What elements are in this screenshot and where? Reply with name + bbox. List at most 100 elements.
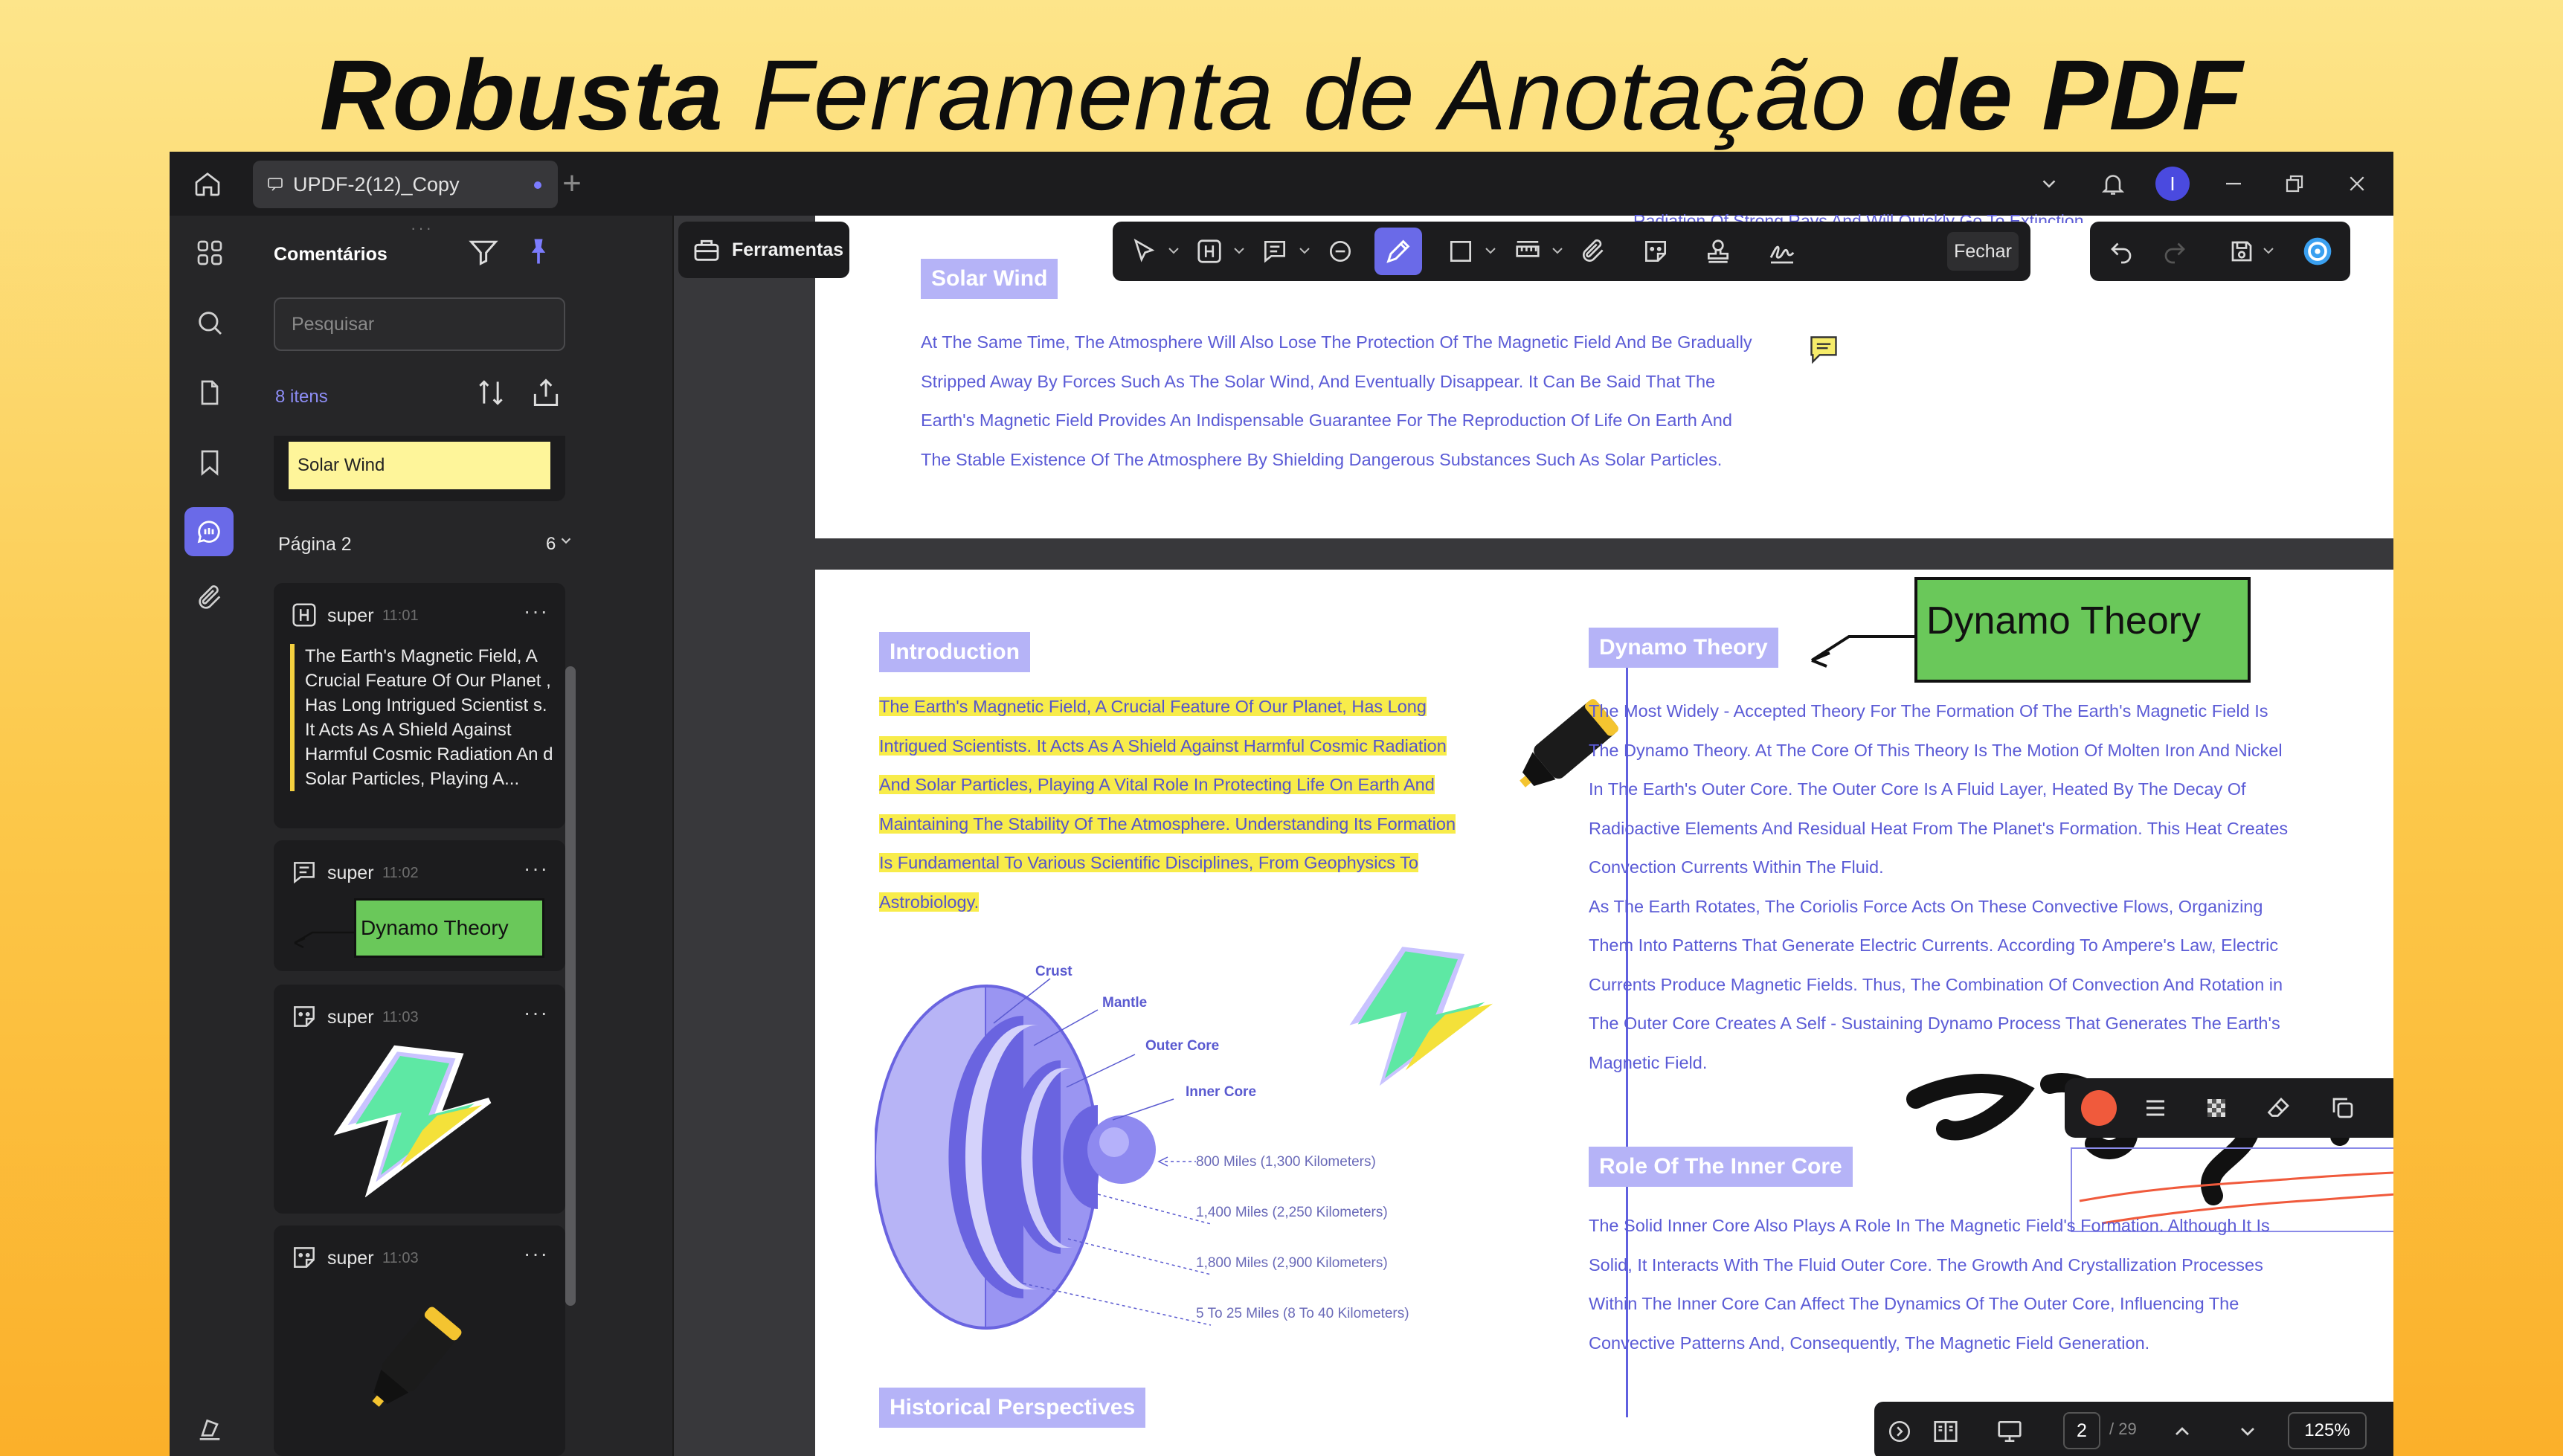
highlight-tool-icon[interactable] — [1192, 233, 1227, 269]
left-rail — [170, 216, 250, 1456]
annotation-toolbar: Fechar — [1113, 222, 2030, 281]
lightning-sticker-icon[interactable] — [1328, 935, 1514, 1102]
avatar[interactable]: I — [2154, 165, 2191, 202]
measure-tool-icon[interactable] — [1510, 233, 1546, 269]
bell-icon[interactable] — [2094, 165, 2132, 202]
presentation-icon[interactable] — [1993, 1415, 2026, 1448]
more-icon[interactable]: ··· — [524, 857, 549, 880]
section-tag: Dynamo Theory — [1589, 628, 1778, 668]
pdf-page-2: Introduction The Earth's Magnetic Field,… — [815, 570, 2393, 1456]
layers-icon[interactable] — [189, 1408, 231, 1450]
chevron-up-icon[interactable] — [2166, 1415, 2199, 1448]
text-line: The Solid Inner Core Also Plays A Role I… — [1589, 1216, 2270, 1235]
tools-button[interactable]: Ferramentas — [678, 222, 849, 278]
more-icon[interactable]: ··· — [524, 599, 549, 623]
chevron-down-icon[interactable] — [558, 532, 576, 550]
export-icon[interactable] — [530, 376, 565, 412]
paragraph: At The Same Time, The Atmosphere Will Al… — [921, 323, 1752, 479]
filter-icon[interactable] — [467, 235, 504, 272]
chevron-down-icon[interactable] — [1233, 247, 1245, 254]
stamp-tool-icon[interactable] — [1700, 233, 1736, 269]
sticker-icon — [290, 1243, 320, 1273]
page-total: / 29 — [2109, 1420, 2137, 1438]
search-input[interactable]: Pesquisar — [274, 297, 565, 351]
comment-text: The Earth's Magnetic Field, A Crucial Fe… — [290, 644, 555, 791]
comment-small-icon — [266, 175, 284, 193]
page-number-input[interactable]: 2 — [2063, 1412, 2100, 1449]
chevron-down-icon[interactable] — [1299, 247, 1311, 254]
attachment-icon[interactable] — [189, 577, 231, 619]
comment-card[interactable]: super 11:03 ··· — [274, 985, 565, 1214]
text-line: The Dynamo Theory. At The Core Of This T… — [1589, 740, 2283, 760]
page-view-icon[interactable] — [1929, 1415, 1962, 1448]
document-tab[interactable]: UPDF-2(12)_Copy — [253, 161, 558, 208]
drag-handle[interactable]: ··· — [411, 219, 434, 238]
note-tool-icon[interactable] — [1322, 233, 1358, 269]
search-icon[interactable] — [189, 302, 231, 344]
comment-count: 8 itens — [275, 387, 328, 407]
color-swatch[interactable] — [2081, 1090, 2117, 1126]
sort-icon[interactable] — [475, 376, 510, 412]
opacity-icon[interactable] — [2200, 1092, 2233, 1124]
panel-scrollbar[interactable] — [565, 666, 576, 1306]
expand-icon[interactable] — [1883, 1415, 1916, 1448]
close-tools-button[interactable]: Fechar — [1947, 232, 2019, 271]
chevron-down-icon[interactable] — [2263, 247, 2274, 254]
pin-icon[interactable] — [522, 235, 559, 272]
comment-card[interactable]: super 11:02 ··· Dynamo Theory — [274, 840, 565, 971]
chevron-down-icon[interactable] — [2030, 165, 2068, 202]
text-comment-tool-icon[interactable] — [1257, 233, 1293, 269]
sticker-icon — [290, 1002, 320, 1032]
page-icon[interactable] — [189, 372, 231, 413]
document-viewer[interactable]: Radiation Of Strong Rays And Will Quickl… — [674, 211, 2393, 1456]
text-line: At The Same Time, The Atmosphere Will Al… — [921, 332, 1752, 352]
minimize-icon[interactable] — [2215, 165, 2252, 202]
attachment-tool-icon[interactable] — [1575, 233, 1611, 269]
chevron-down-icon[interactable] — [1551, 247, 1563, 254]
dynamo-callout[interactable]: Dynamo Theory — [1914, 577, 2251, 683]
redo-icon[interactable] — [2157, 233, 2193, 269]
more-icon[interactable]: ··· — [524, 1242, 549, 1266]
diagram-label: Inner Core — [1186, 1084, 1257, 1100]
note-comment-icon[interactable] — [1807, 333, 1840, 366]
callout-icon — [290, 858, 320, 888]
list-item[interactable]: Solar Wind — [274, 436, 565, 501]
apps-icon[interactable] — [189, 232, 231, 274]
ai-assistant-icon[interactable] — [2300, 233, 2335, 269]
callout-arrow-icon — [294, 931, 356, 949]
marker-sticker-icon — [372, 1307, 462, 1407]
sticker-tool-icon[interactable] — [1638, 233, 1673, 269]
signature-tool-icon[interactable] — [1764, 233, 1800, 269]
comment-card[interactable]: super 11:01 ··· The Earth's Magnetic Fie… — [274, 583, 565, 828]
zoom-level[interactable]: 125% — [2288, 1412, 2367, 1449]
home-icon[interactable] — [189, 165, 226, 202]
save-icon[interactable] — [2224, 233, 2260, 269]
rectangle-tool-icon[interactable] — [1443, 233, 1479, 269]
headline-bold-1: Robusta — [319, 40, 724, 151]
diagram-label: Mantle — [1102, 995, 1148, 1011]
add-tab-button[interactable]: + — [553, 165, 591, 202]
more-icon[interactable]: ··· — [524, 1001, 549, 1025]
undo-icon[interactable] — [2103, 233, 2139, 269]
line-weight-icon[interactable] — [2139, 1092, 2172, 1124]
close-icon[interactable] — [2338, 165, 2376, 202]
chevron-down-icon[interactable] — [1485, 247, 1496, 254]
restore-icon[interactable] — [2276, 165, 2313, 202]
chevron-down-icon[interactable] — [1168, 247, 1180, 254]
copy-icon[interactable] — [2326, 1092, 2359, 1124]
callout-preview: Dynamo Theory — [354, 898, 544, 958]
headline-regular: Ferramenta de Anotação — [723, 40, 1896, 151]
select-tool-icon[interactable] — [1126, 233, 1162, 269]
eraser-icon[interactable] — [2263, 1092, 2295, 1124]
bookmark-icon[interactable] — [189, 442, 231, 483]
comment-icon[interactable] — [184, 507, 234, 556]
comment-card[interactable]: super 11:03 ··· — [274, 1225, 565, 1456]
pen-tool-icon[interactable] — [1374, 228, 1422, 275]
comment-icon[interactable] — [2389, 1092, 2393, 1124]
diagram-measure: 1,800 Miles (2,900 Kilometers) — [1196, 1255, 1388, 1271]
chevron-down-icon[interactable] — [2231, 1415, 2264, 1448]
section-tag: Introduction — [879, 632, 1030, 672]
comment-time: 11:01 — [382, 608, 419, 624]
diagram-measure: 5 To 25 Miles (8 To 40 Kilometers) — [1196, 1306, 1409, 1321]
text-line: Earth's Magnetic Field Provides An Indis… — [921, 410, 1732, 430]
